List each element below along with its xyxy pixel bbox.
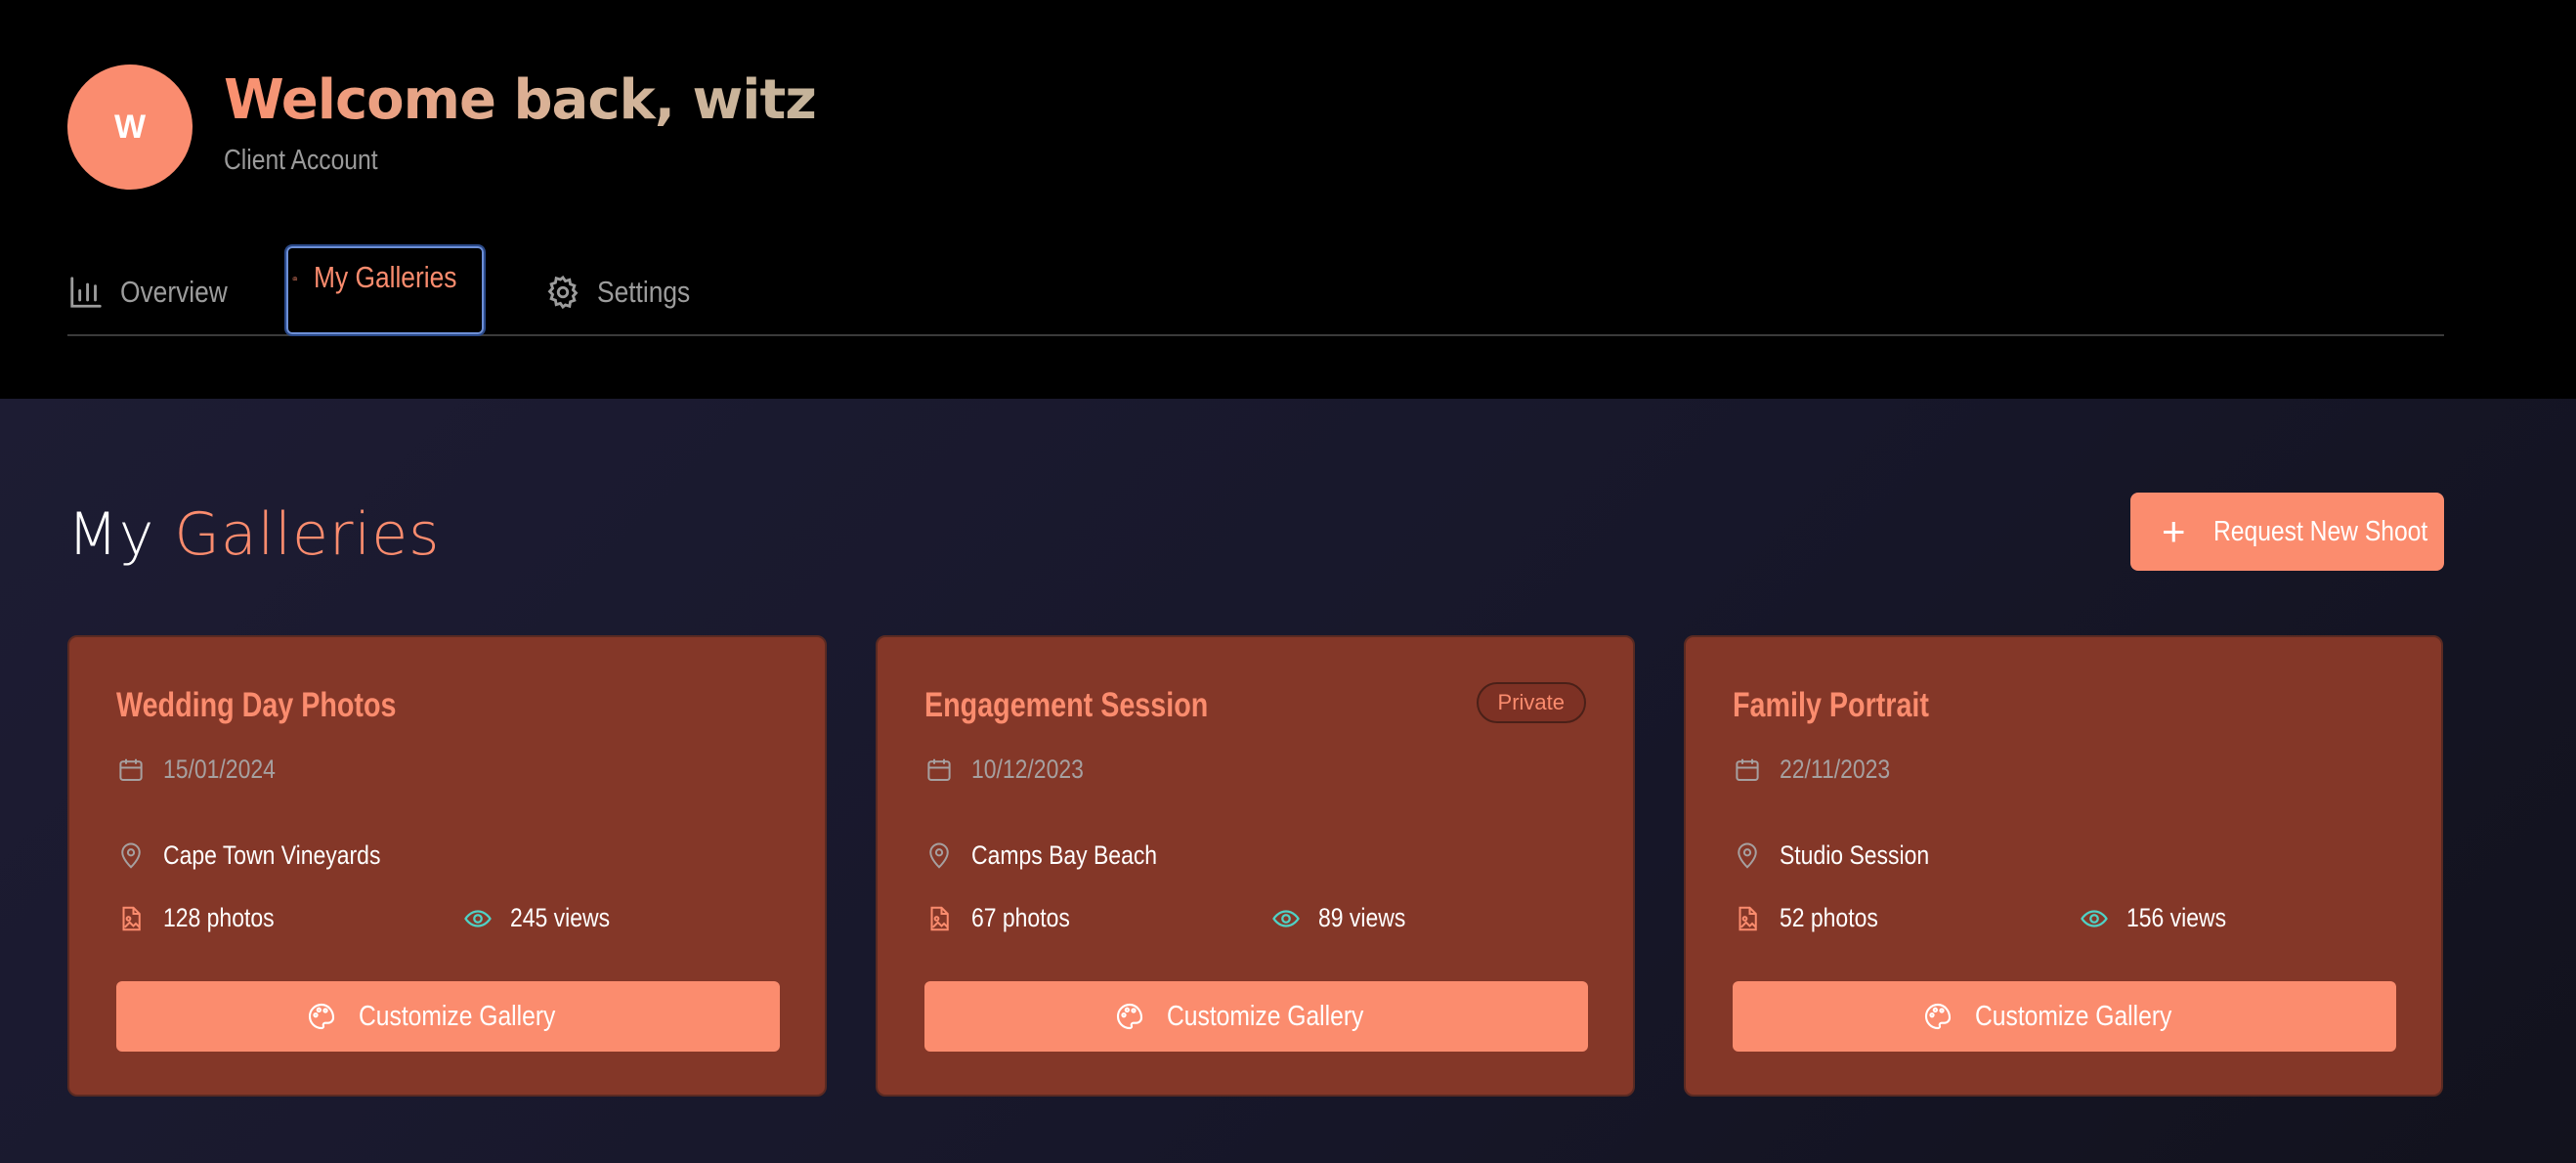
- gallery-photo-count-text: 52 photos: [1780, 903, 1878, 932]
- tab-overview[interactable]: Overview: [67, 248, 246, 336]
- gallery-view-count: 89 views: [1271, 903, 1421, 933]
- eye-icon: [464, 909, 492, 927]
- private-badge: Private: [1476, 682, 1586, 723]
- page-title-accent: Galleries: [174, 500, 441, 569]
- map-pin-icon: [121, 842, 141, 869]
- palette-icon: [1924, 1003, 1952, 1030]
- tab-bar: Overview My Galleries Settings: [67, 246, 2444, 336]
- customize-gallery-label: Customize Gallery: [1975, 1000, 2172, 1032]
- customize-gallery-button[interactable]: Customize Gallery: [116, 981, 780, 1052]
- plus-icon: +: [2162, 508, 2186, 554]
- page-title-prefix: My: [67, 500, 155, 569]
- gallery-location: Studio Session: [1733, 840, 1955, 871]
- customize-gallery-button[interactable]: Customize Gallery: [1733, 981, 2396, 1052]
- gallery-location-text: Studio Session: [1780, 840, 1930, 870]
- map-pin-icon: [929, 842, 949, 869]
- eye-icon: [1272, 909, 1300, 927]
- gallery-date-text: 10/12/2023: [971, 754, 1084, 784]
- gallery-view-count: 245 views: [463, 903, 627, 933]
- camera-icon: [292, 277, 297, 280]
- gallery-card: Family Portrait 22/11/2023 Studio Sessio…: [1684, 635, 2443, 1097]
- avatar: W: [67, 65, 193, 190]
- bar-chart-icon: [70, 277, 102, 308]
- gallery-date: 10/12/2023: [924, 754, 1103, 785]
- gallery-view-count-text: 89 views: [1318, 903, 1406, 932]
- gallery-date-text: 22/11/2023: [1780, 754, 1891, 784]
- gallery-card: Wedding Day Photos 15/01/2024 Cape Town …: [67, 635, 827, 1097]
- tab-settings[interactable]: Settings: [544, 248, 707, 336]
- gallery-photo-count-text: 128 photos: [163, 903, 275, 932]
- gallery-title: Family Portrait: [1733, 686, 1929, 724]
- gallery-title: Engagement Session: [924, 686, 1209, 724]
- tab-my-galleries[interactable]: My Galleries: [286, 246, 484, 334]
- welcome-heading: Welcome back, witz: [224, 68, 817, 132]
- gallery-view-count-text: 245 views: [510, 903, 611, 932]
- tab-settings-label: Settings: [597, 275, 691, 309]
- request-new-shoot-label: Request New Shoot: [2212, 515, 2427, 547]
- gallery-card: Engagement Session Private 10/12/2023 Ca…: [876, 635, 1635, 1097]
- gallery-date: 15/01/2024: [116, 754, 295, 785]
- gallery-location-text: Cape Town Vineyards: [163, 840, 381, 870]
- calendar-icon: [1736, 758, 1759, 781]
- request-new-shoot-button[interactable]: + Request New Shoot: [2130, 493, 2444, 571]
- gallery-date: 22/11/2023: [1733, 754, 1910, 785]
- gallery-photo-count: 67 photos: [924, 903, 1088, 933]
- calendar-icon: [119, 758, 143, 781]
- palette-icon: [1116, 1003, 1143, 1030]
- image-file-icon: [1739, 906, 1757, 930]
- eye-icon: [2081, 909, 2108, 927]
- gallery-title: Wedding Day Photos: [116, 686, 397, 724]
- tab-my-galleries-label: My Galleries: [313, 260, 457, 294]
- gallery-photo-count-text: 67 photos: [971, 903, 1070, 932]
- map-pin-icon: [1738, 842, 1757, 869]
- image-file-icon: [122, 906, 141, 930]
- gear-icon: [547, 275, 579, 310]
- customize-gallery-label: Customize Gallery: [1167, 1000, 1364, 1032]
- image-file-icon: [930, 906, 949, 930]
- main-content: My Galleries + Request New Shoot Wedding…: [0, 399, 2576, 1163]
- gallery-photo-count: 52 photos: [1733, 903, 1896, 933]
- gallery-location: Camps Bay Beach: [924, 840, 1190, 871]
- palette-icon: [308, 1003, 335, 1030]
- gallery-photo-count: 128 photos: [116, 903, 294, 933]
- calendar-icon: [927, 758, 951, 781]
- gallery-view-count-text: 156 views: [2126, 903, 2227, 932]
- header: W Welcome back, witz Client Account Over…: [0, 0, 2576, 399]
- gallery-date-text: 15/01/2024: [163, 754, 276, 784]
- gallery-location: Cape Town Vineyards: [116, 840, 419, 871]
- tab-overview-label: Overview: [120, 275, 228, 309]
- account-type-label: Client Account: [224, 145, 378, 176]
- gallery-view-count: 156 views: [2080, 903, 2244, 933]
- gallery-location-text: Camps Bay Beach: [971, 840, 1158, 870]
- customize-gallery-label: Customize Gallery: [359, 1000, 556, 1032]
- customize-gallery-button[interactable]: Customize Gallery: [924, 981, 1588, 1052]
- page-title: My Galleries: [67, 500, 440, 569]
